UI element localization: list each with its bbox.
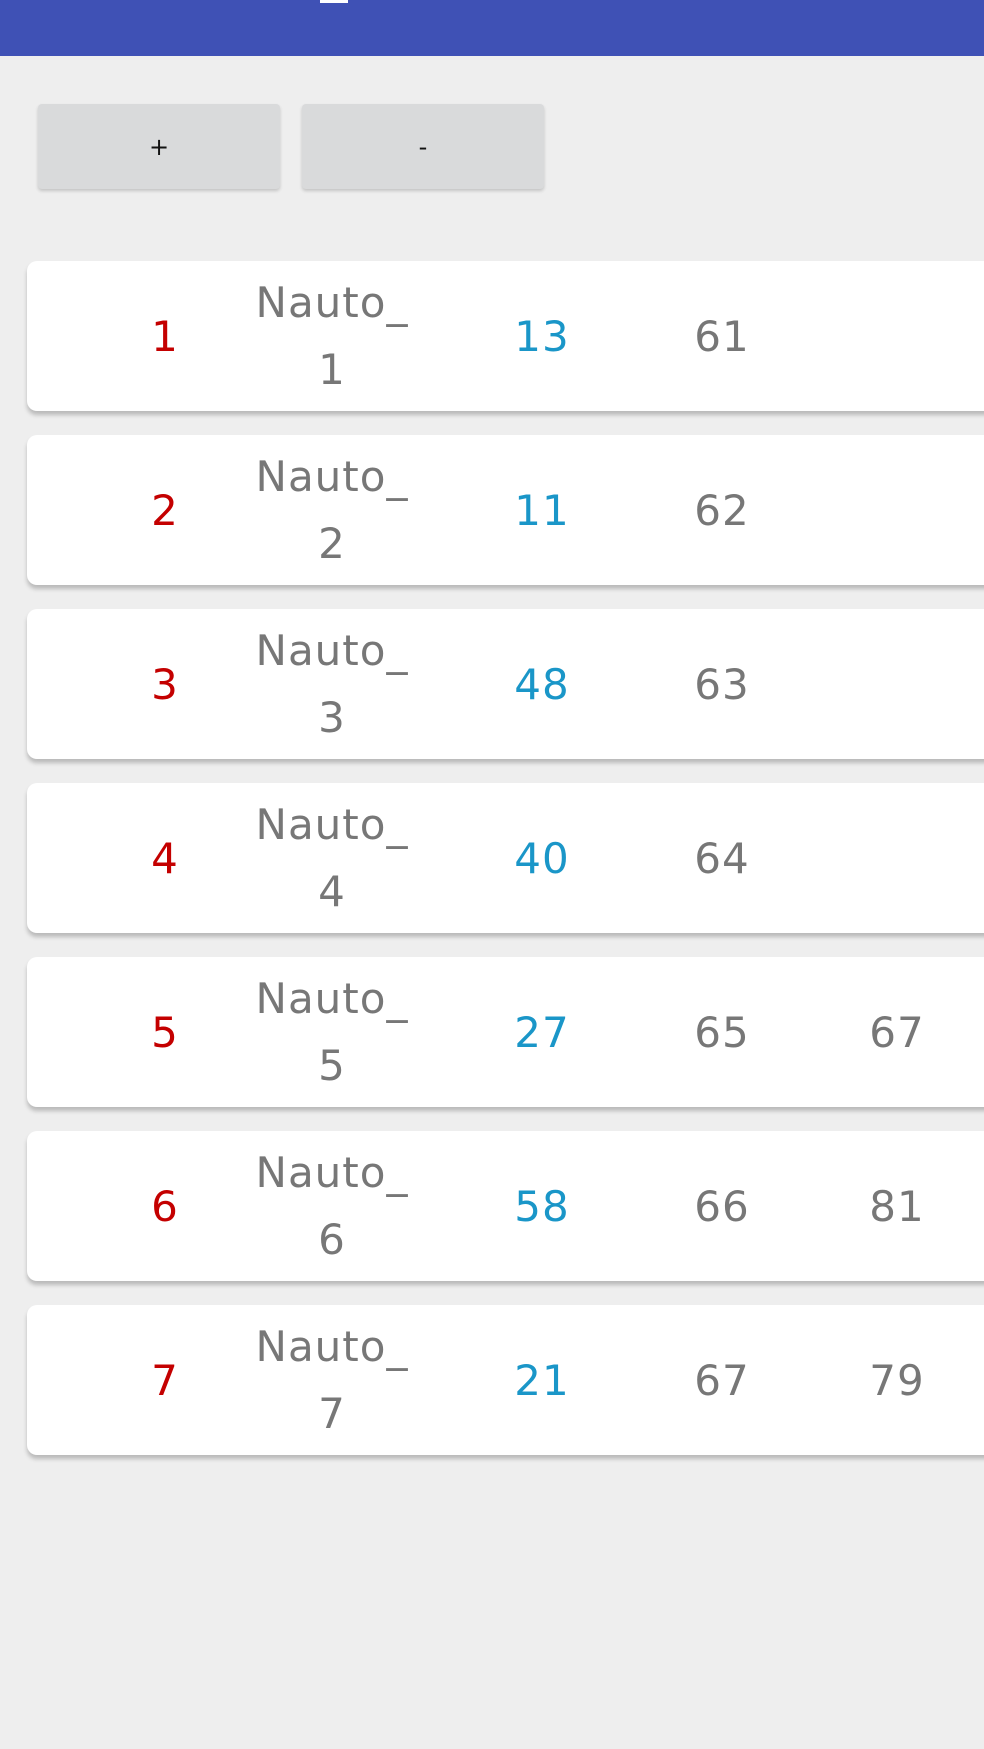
item-value-primary: 48	[514, 659, 570, 709]
item-value-primary: 13	[514, 311, 570, 361]
list-item[interactable]: 5 Nauto_ 5 27 65 67	[27, 957, 984, 1107]
app-bar	[0, 0, 984, 56]
list-item[interactable]: 1 Nauto_ 1 13 61	[27, 261, 984, 411]
item-name: Nauto_ 4	[255, 800, 409, 916]
add-button[interactable]: +	[38, 104, 280, 189]
item-value-primary: 21	[514, 1355, 570, 1405]
item-value-secondary: 65	[694, 1007, 750, 1057]
item-name: Nauto_ 3	[255, 626, 409, 742]
item-value-secondary: 62	[694, 485, 750, 535]
item-name: Nauto_ 7	[255, 1322, 409, 1438]
item-name: Nauto_ 2	[255, 452, 409, 568]
item-index: 1	[151, 311, 179, 361]
item-value-secondary: 67	[694, 1355, 750, 1405]
item-name: Nauto_ 5	[255, 974, 409, 1090]
item-value-primary: 58	[514, 1181, 570, 1231]
item-value-tertiary: 67	[869, 1007, 925, 1057]
item-index: 4	[151, 833, 179, 883]
list-item[interactable]: 2 Nauto_ 2 11 62	[27, 435, 984, 585]
list-item[interactable]: 6 Nauto_ 6 58 66 81	[27, 1131, 984, 1281]
item-list: 1 Nauto_ 1 13 61 2 Nauto_ 2 11 62 3 Naut…	[27, 261, 984, 1479]
item-value-tertiary	[832, 261, 962, 411]
item-index: 3	[151, 659, 179, 709]
item-value-primary: 27	[514, 1007, 570, 1057]
remove-button[interactable]: -	[302, 104, 544, 189]
item-value-secondary: 66	[694, 1181, 750, 1231]
item-value-primary: 40	[514, 833, 570, 883]
item-value-tertiary	[832, 609, 962, 759]
item-index: 5	[151, 1007, 179, 1057]
item-index: 2	[151, 485, 179, 535]
list-item[interactable]: 7 Nauto_ 7 21 67 79	[27, 1305, 984, 1455]
text-cursor-mark	[320, 0, 348, 3]
item-name: Nauto_ 1	[255, 278, 409, 394]
item-value-secondary: 64	[694, 833, 750, 883]
list-item[interactable]: 4 Nauto_ 4 40 64	[27, 783, 984, 933]
item-value-tertiary: 79	[869, 1355, 925, 1405]
item-value-tertiary	[832, 435, 962, 585]
item-value-primary: 11	[514, 485, 570, 535]
item-index: 7	[151, 1355, 179, 1405]
item-value-secondary: 63	[694, 659, 750, 709]
list-item[interactable]: 3 Nauto_ 3 48 63	[27, 609, 984, 759]
item-value-secondary: 61	[694, 311, 750, 361]
item-value-tertiary: 81	[869, 1181, 925, 1231]
item-value-tertiary	[832, 783, 962, 933]
item-index: 6	[151, 1181, 179, 1231]
item-name: Nauto_ 6	[255, 1148, 409, 1264]
